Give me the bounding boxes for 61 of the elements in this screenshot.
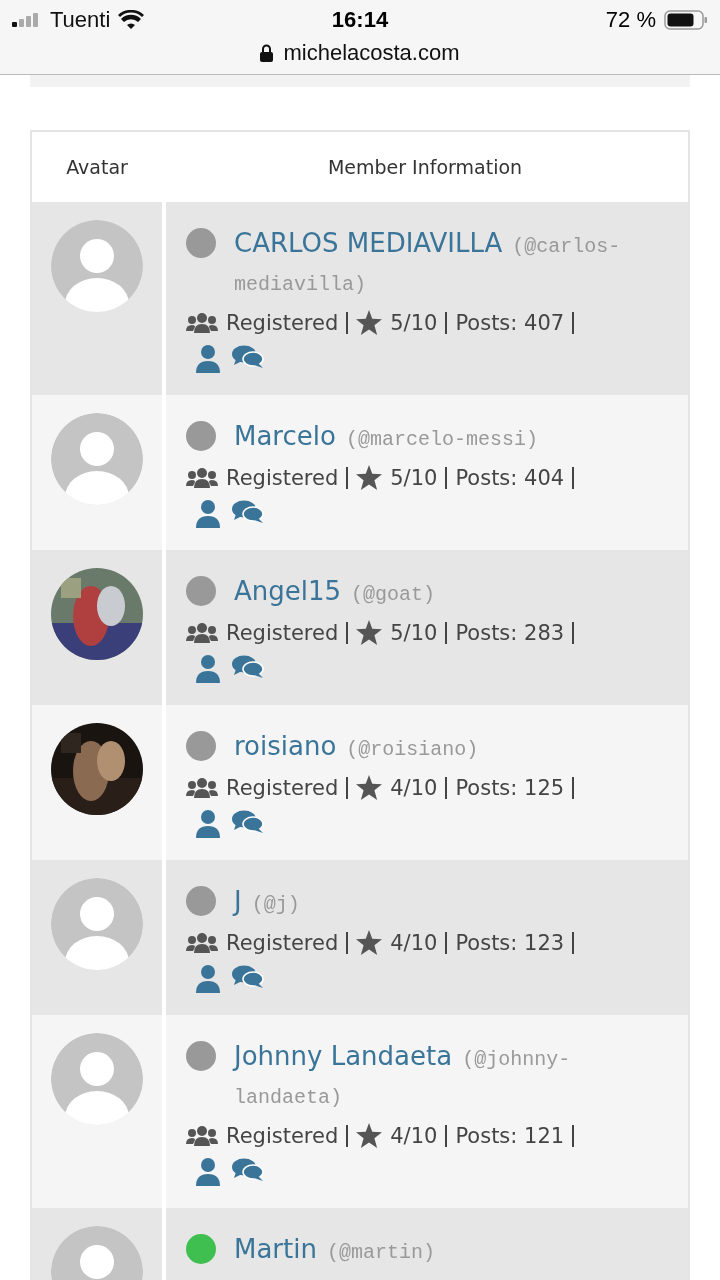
users-icon [186,1124,218,1147]
post-count: Posts: 404 [455,465,565,490]
member-role: Registered [226,775,339,800]
member-rating: 5/10 [390,620,438,645]
post-count: Posts: 125 [455,775,565,800]
battery-icon [664,10,708,30]
chat-icon[interactable] [232,345,264,369]
star-icon [356,775,383,800]
users-icon [186,311,218,334]
clock-time: 16:14 [330,7,390,33]
member-role: Registered [226,930,339,955]
chat-icon[interactable] [232,965,264,989]
member-role: Registered [226,1123,339,1148]
users-icon [186,931,218,954]
url-text[interactable]: michelacosta.com [283,40,460,66]
star-icon [356,1123,383,1148]
member-title[interactable]: Angel15 (@goat) [234,572,668,614]
star-icon [356,465,383,490]
member-title[interactable]: Johnny Landaeta (@johnny-landaeta) [234,1037,668,1117]
profile-icon[interactable] [196,1158,220,1186]
member-title[interactable]: Marcelo (@marcelo-messi) [234,417,668,459]
carrier-name: Tuenti [50,7,111,33]
column-header: Avatar [65,156,129,178]
avatar-placeholder-icon [51,220,143,312]
users-icon [186,776,218,799]
lock-icon [260,44,274,62]
battery-percent: 72 % [605,7,656,33]
chat-icon[interactable] [232,810,264,834]
profile-icon[interactable] [196,345,220,373]
profile-icon[interactable] [196,965,220,993]
member-title[interactable]: CARLOS MEDIAVILLA (@carlos-mediavilla) [234,224,668,304]
member-rating: 4/10 [390,930,438,955]
member-role: Registered [226,310,339,335]
star-icon [356,930,383,955]
member-title[interactable]: J (@j) [234,882,668,924]
member-role: Registered [226,620,339,645]
profile-icon[interactable] [196,655,220,683]
member-role: Registered [226,465,339,490]
chat-icon[interactable] [232,500,264,524]
post-count: Posts: 123 [455,930,565,955]
post-count: Posts: 121 [455,1123,565,1148]
chat-icon[interactable] [232,1158,264,1182]
star-icon [356,310,383,335]
post-count: Posts: 407 [455,310,565,335]
member-rating: 4/10 [390,775,438,800]
post-count: Posts: 283 [455,620,565,645]
avatar-placeholder-icon [51,413,143,505]
member-rating: 4/10 [390,1123,438,1148]
profile-icon[interactable] [196,810,220,838]
avatar-placeholder-icon [51,1033,143,1125]
member-rating: 5/10 [390,465,438,490]
member-title[interactable]: roisiano (@roisiano) [234,727,668,769]
avatar-placeholder-icon [51,878,143,970]
wifi-icon [118,10,145,30]
profile-icon[interactable] [196,500,220,528]
member-rating: 5/10 [390,310,438,335]
users-icon [186,621,218,644]
star-icon [356,620,383,645]
chat-icon[interactable] [232,655,264,679]
users-icon [186,466,218,489]
column-header: Member Information [326,156,524,178]
